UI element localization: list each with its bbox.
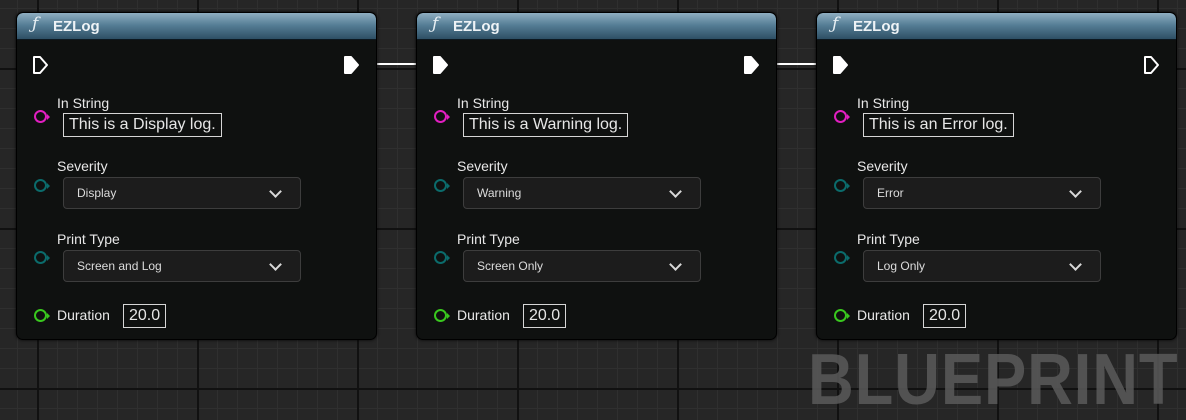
severity-label: Severity [457,158,508,174]
print-type-pin-icon[interactable] [834,251,850,264]
chevron-down-icon [669,185,682,198]
severity-label: Severity [57,158,108,174]
exec-out-pin-icon[interactable] [343,55,361,75]
in-string-label: In String [457,95,510,111]
severity-value: Warning [477,186,522,200]
duration-field[interactable]: 20.0 [923,304,967,328]
chevron-down-icon [269,185,282,198]
severity-dropdown[interactable]: Error [863,177,1101,209]
severity-value: Error [877,186,904,200]
function-icon: ƒ [432,14,439,34]
print-type-dropdown[interactable]: Log Only [863,250,1101,282]
ezlog-node-error[interactable]: ƒ EZLog In String This is an Error log. … [816,12,1177,340]
severity-value: Display [77,186,117,200]
print-type-pin-icon[interactable] [434,251,450,264]
severity-pin-icon[interactable] [834,179,850,192]
print-type-label: Print Type [457,231,520,247]
print-type-label: Print Type [57,231,120,247]
exec-in-pin-icon[interactable] [32,55,50,75]
in-string-label: In String [857,95,910,111]
chevron-down-icon [1069,185,1082,198]
chevron-down-icon [669,258,682,271]
node-title: EZLog [453,18,500,35]
node-title: EZLog [853,18,900,35]
print-type-pin-icon[interactable] [34,251,50,264]
duration-pin-icon[interactable] [434,309,450,322]
node-header[interactable]: ƒ EZLog [817,13,1176,40]
duration-field[interactable]: 20.0 [523,304,567,328]
exec-in-pin-icon[interactable] [832,55,850,75]
node-header[interactable]: ƒ EZLog [417,13,776,40]
severity-dropdown[interactable]: Warning [463,177,701,209]
duration-label: Duration [857,307,910,323]
exec-out-pin-icon[interactable] [743,55,761,75]
in-string-label: In String [57,95,110,111]
print-type-value: Screen Only [477,259,544,273]
print-type-dropdown[interactable]: Screen and Log [63,250,301,282]
in-string-field[interactable]: This is a Display log. [63,113,222,137]
in-string-pin-icon[interactable] [34,110,50,123]
print-type-dropdown[interactable]: Screen Only [463,250,701,282]
in-string-field[interactable]: This is an Error log. [863,113,1014,137]
exec-in-pin-icon[interactable] [432,55,450,75]
function-icon: ƒ [832,14,839,34]
print-type-label: Print Type [857,231,920,247]
severity-pin-icon[interactable] [34,179,50,192]
severity-label: Severity [857,158,908,174]
chevron-down-icon [1069,258,1082,271]
blueprint-watermark: BLUEPRINT [808,340,1179,420]
function-icon: ƒ [32,14,39,34]
ezlog-node-warning[interactable]: ƒ EZLog In String This is a Warning log.… [416,12,777,340]
duration-field[interactable]: 20.0 [123,304,167,328]
print-type-value: Screen and Log [77,259,162,273]
ezlog-node-display[interactable]: ƒ EZLog In String This is a Display log.… [16,12,377,340]
severity-pin-icon[interactable] [434,179,450,192]
duration-label: Duration [457,307,510,323]
node-header[interactable]: ƒ EZLog [17,13,376,40]
in-string-pin-icon[interactable] [834,110,850,123]
print-type-value: Log Only [877,259,926,273]
duration-pin-icon[interactable] [834,309,850,322]
duration-pin-icon[interactable] [34,309,50,322]
severity-dropdown[interactable]: Display [63,177,301,209]
in-string-pin-icon[interactable] [434,110,450,123]
in-string-field[interactable]: This is a Warning log. [463,113,629,137]
duration-label: Duration [57,307,110,323]
exec-out-pin-icon[interactable] [1143,55,1161,75]
node-title: EZLog [53,18,100,35]
chevron-down-icon [269,258,282,271]
